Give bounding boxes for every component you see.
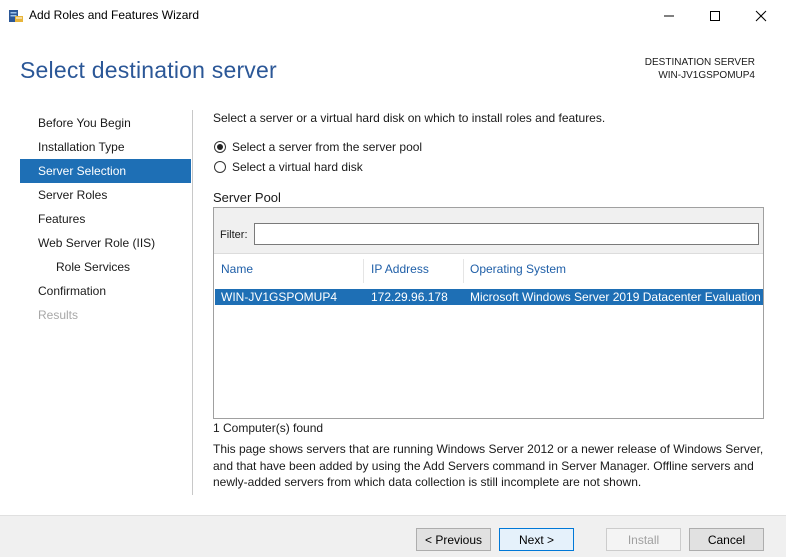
nav-results: Results [38, 308, 79, 322]
cell-name: WIN-JV1GSPOMUP4 [221, 290, 338, 304]
nav-server-selection[interactable]: Server Selection [20, 159, 191, 183]
nav-role-services[interactable]: Role Services [20, 255, 191, 279]
table-row[interactable]: WIN-JV1GSPOMUP4 172.29.96.178 Microsoft … [215, 289, 763, 305]
option-server-pool[interactable]: Select a server from the server pool [214, 140, 422, 154]
server-manager-icon [9, 10, 23, 22]
maximize-icon [710, 10, 720, 21]
previous-button[interactable]: < Previous [416, 528, 491, 551]
column-header-ip-address[interactable]: IP Address [371, 262, 429, 276]
nav-features[interactable]: Features [20, 207, 191, 231]
nav-installation-type[interactable]: Installation Type [20, 135, 191, 159]
destination-server-info: DESTINATION SERVER WIN-JV1GSPOMUP4 [645, 56, 755, 82]
minimize-button[interactable] [646, 0, 692, 31]
intro-text: Select a server or a virtual hard disk o… [213, 111, 606, 125]
server-pool-panel: Filter: Name IP Address Operating System… [213, 207, 764, 419]
destination-server-value: WIN-JV1GSPOMUP4 [658, 70, 755, 81]
next-button[interactable]: Next > [499, 528, 574, 551]
wizard-footer: < Previous Next > Install Cancel [0, 515, 786, 557]
option-virtual-hard-disk-label: Select a virtual hard disk [232, 160, 363, 174]
destination-server-label: DESTINATION SERVER [644, 57, 755, 68]
maximize-button[interactable] [692, 0, 738, 31]
cell-operating-system: Microsoft Windows Server 2019 Datacenter… [470, 290, 761, 304]
nav-confirmation[interactable]: Confirmation [20, 279, 191, 303]
nav-server-roles[interactable]: Server Roles [20, 183, 191, 207]
radio-virtual-hard-disk[interactable] [214, 161, 226, 173]
close-icon [755, 10, 767, 21]
column-separator[interactable] [363, 259, 364, 283]
install-button: Install [606, 528, 681, 551]
radio-server-pool[interactable] [214, 141, 226, 153]
filter-area: Filter: [214, 208, 763, 254]
nav-divider [192, 110, 193, 495]
column-separator[interactable] [463, 259, 464, 283]
close-button[interactable] [738, 0, 784, 31]
minimize-icon [664, 15, 674, 16]
cell-ip-address: 172.29.96.178 [371, 290, 448, 304]
description-text: This page shows servers that are running… [213, 442, 764, 489]
server-pool-title: Server Pool [213, 190, 281, 205]
title-bar: Add Roles and Features Wizard [0, 0, 786, 31]
option-server-pool-label: Select a server from the server pool [232, 140, 423, 154]
window-title: Add Roles and Features Wizard [29, 8, 200, 22]
filter-input[interactable] [254, 223, 759, 245]
wizard-steps-nav: Before You Begin Installation Type Serve… [20, 111, 191, 327]
page-title: Select destination server [20, 57, 277, 83]
option-virtual-hard-disk[interactable]: Select a virtual hard disk [214, 160, 363, 174]
filter-label: Filter: [220, 229, 248, 241]
cancel-button[interactable]: Cancel [689, 528, 764, 551]
nav-before-you-begin[interactable]: Before You Begin [20, 111, 191, 135]
column-header-operating-system[interactable]: Operating System [470, 262, 566, 276]
nav-web-server-role[interactable]: Web Server Role (IIS) [20, 231, 191, 255]
column-header-name[interactable]: Name [221, 262, 253, 276]
computers-found-count: 1 Computer(s) found [213, 421, 324, 435]
